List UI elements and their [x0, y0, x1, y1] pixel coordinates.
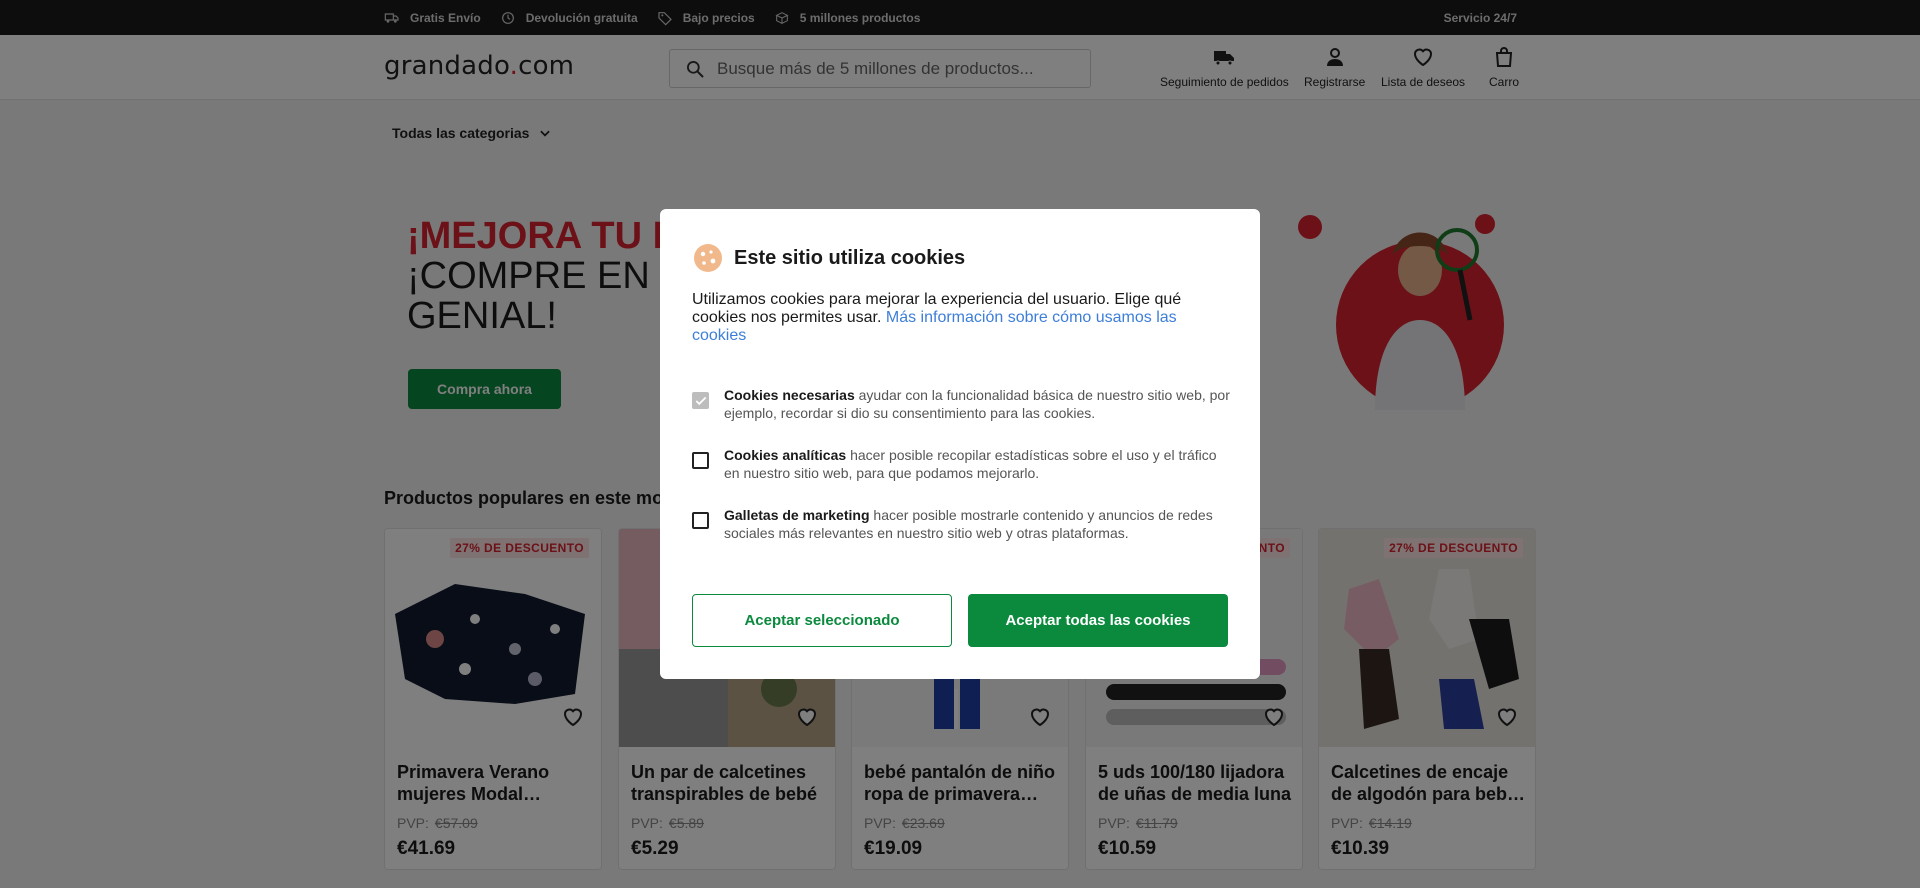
- option-name: Cookies necesarias: [724, 387, 855, 403]
- cookie-consent-dialog: Este sitio utiliza cookies Utilizamos co…: [660, 209, 1260, 679]
- option-name: Cookies analíticas: [724, 447, 847, 463]
- option-necessary-cookies: Cookies necesarias ayudar con la funcion…: [692, 386, 1232, 422]
- accept-selected-button[interactable]: Aceptar seleccionado: [692, 594, 952, 647]
- option-name: Galletas de marketing: [724, 507, 870, 523]
- checkmark-icon: [695, 396, 706, 405]
- dialog-title: Este sitio utiliza cookies: [734, 246, 966, 269]
- accept-all-cookies-button[interactable]: Aceptar todas las cookies: [968, 594, 1228, 647]
- cookie-icon: [694, 244, 722, 272]
- option-analytics-cookies[interactable]: Cookies analíticas hacer posible recopil…: [692, 446, 1232, 482]
- dialog-intro: Utilizamos cookies para mejorar la exper…: [692, 291, 1182, 344]
- option-marketing-cookies[interactable]: Galletas de marketing hacer posible most…: [692, 506, 1232, 542]
- necessary-cookies-checkbox: [692, 392, 709, 409]
- dialog-header: Este sitio utiliza cookies: [692, 242, 965, 274]
- analytics-cookies-checkbox[interactable]: [692, 452, 709, 469]
- marketing-cookies-checkbox[interactable]: [692, 512, 709, 529]
